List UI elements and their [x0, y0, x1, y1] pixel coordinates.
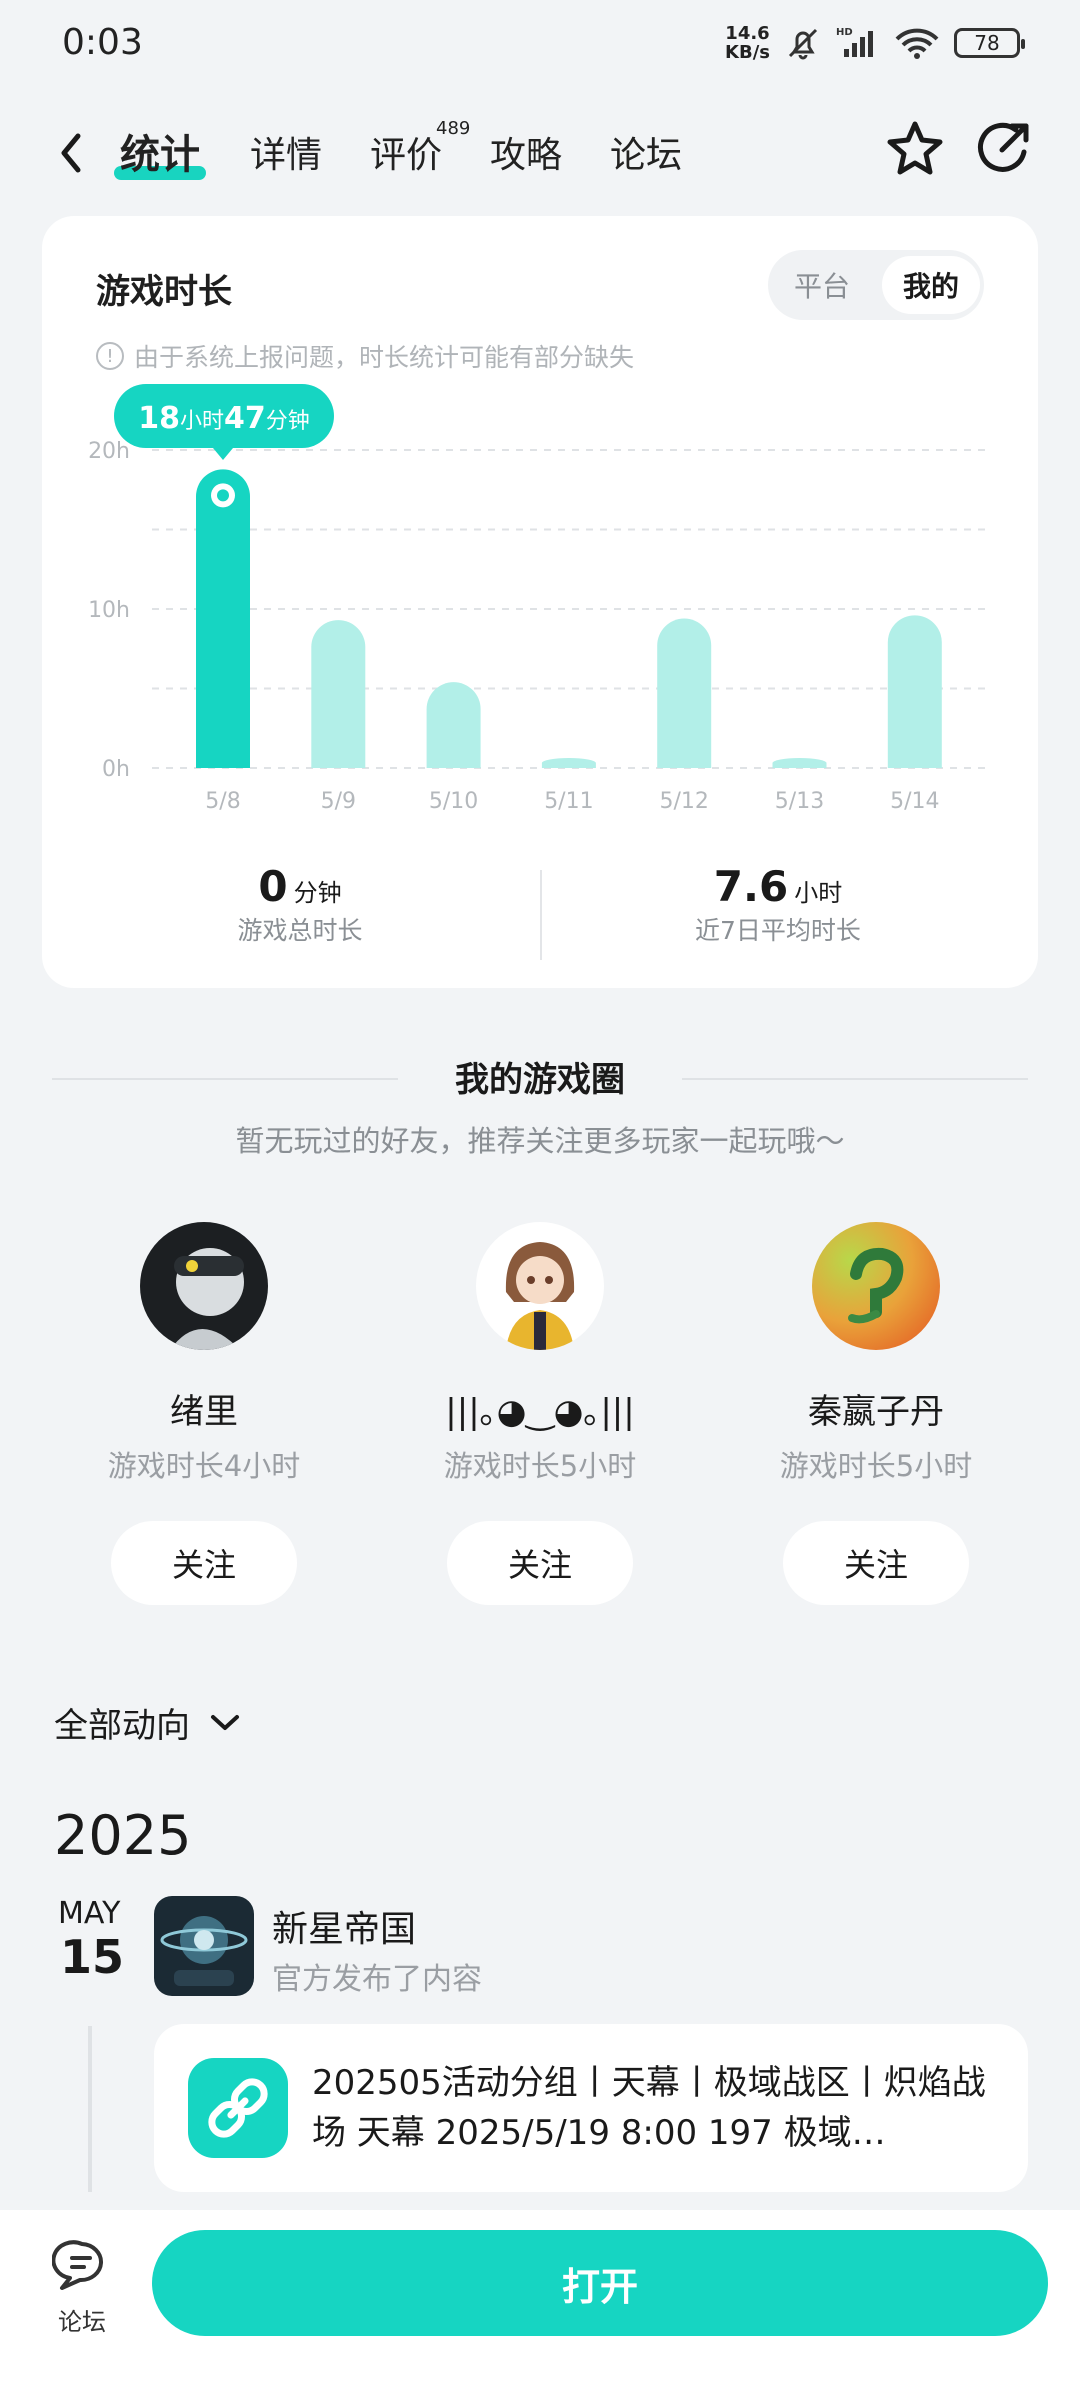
tab-guides[interactable]: 攻略 — [490, 126, 562, 178]
chart-bar — [426, 682, 481, 768]
reviews-count-badge: 489 — [436, 118, 471, 139]
feed-day: 15 — [60, 1930, 125, 1984]
forum-icon[interactable] — [52, 2236, 112, 2296]
status-time: 0:03 — [62, 22, 143, 63]
chart-x-tick: 5/8 — [205, 789, 240, 814]
total-playtime-unit: 分钟 — [293, 879, 342, 907]
chart-x-tick: 5/9 — [321, 789, 356, 814]
timeline-line — [88, 2026, 92, 2192]
tab-details[interactable]: 详情 — [250, 126, 322, 178]
network-speed-value: 14.6 — [725, 23, 770, 44]
chart-tooltip-part: 分钟 — [266, 409, 310, 434]
total-playtime-label: 游戏总时长 — [237, 916, 363, 945]
wifi-icon — [895, 28, 939, 59]
chart-x-tick: 5/10 — [429, 789, 478, 814]
total-playtime: 0 分钟 游戏总时长 — [100, 862, 500, 947]
link-icon — [188, 2058, 288, 2158]
friend-name[interactable]: 绪里 — [54, 1384, 354, 1433]
activity-filter-label: 全部动向 — [54, 1706, 190, 1746]
status-icons: 14.6 KB/s HD 78 — [725, 24, 1025, 62]
chart-x-tick: 5/12 — [659, 789, 708, 814]
friend-name[interactable]: 秦嬴子丹 — [726, 1384, 1026, 1433]
feed-year: 2025 — [54, 1804, 192, 1867]
chart-bar — [196, 469, 250, 768]
back-arrow-icon[interactable] — [52, 126, 92, 180]
network-speed: 14.6 KB/s — [725, 24, 770, 62]
friend-card: |||｡◕‿◕｡||| 游戏时长5小时 关注 — [390, 1222, 690, 1605]
chart-y-tick: 10h — [88, 598, 130, 623]
battery-icon: 78 — [954, 28, 1025, 58]
share-icon[interactable] — [972, 118, 1034, 180]
network-speed-unit: KB/s — [725, 42, 770, 63]
friend-playtime: 游戏时长5小时 — [779, 1449, 973, 1483]
chart-tooltip-part: 47 — [224, 401, 266, 436]
chart-tooltip-pointer — [213, 448, 233, 460]
info-icon: ! — [96, 342, 124, 370]
avatar-image — [812, 1222, 940, 1350]
chart-tooltip-part: 18 — [138, 401, 180, 436]
follow-button[interactable]: 关注 — [447, 1521, 633, 1605]
forum-label[interactable]: 论坛 — [52, 2302, 112, 2337]
playtime-bar-chart: 0h 10h 20h 5/8 5/9 5/10 5/11 5/12 5/13 5/14 18小时47… — [88, 384, 988, 814]
game-thumbnail-image — [154, 1896, 254, 1996]
friend-playtime: 游戏时长5小时 — [443, 1449, 637, 1483]
chart-x-tick: 5/14 — [890, 789, 939, 814]
link-glyph — [208, 2078, 268, 2138]
game-circle-title: 我的游戏圈 — [455, 1060, 625, 1100]
toggle-mine[interactable]: 我的 — [882, 256, 980, 314]
average-playtime: 7.6 小时 近7日平均时长 — [578, 862, 978, 947]
chevron-down-icon — [211, 1714, 239, 1730]
chart-bar — [541, 758, 596, 768]
friend-name[interactable]: |||｡◕‿◕｡||| — [390, 1384, 690, 1433]
game-activity: 官方发布了内容 — [272, 1962, 482, 1997]
avatar-image — [476, 1222, 604, 1350]
open-game-button[interactable]: 打开 — [152, 2230, 1048, 2336]
chart-bar — [311, 620, 366, 768]
avatar[interactable] — [812, 1222, 940, 1350]
activity-filter-dropdown[interactable]: 全部动向 — [54, 1698, 242, 1747]
avatar-image — [140, 1222, 268, 1350]
tab-forum[interactable]: 论坛 — [610, 126, 682, 178]
chart-bar — [657, 618, 712, 768]
total-playtime-value: 0 — [258, 862, 288, 911]
chart-x-tick: 5/11 — [544, 789, 593, 814]
average-playtime-label: 近7日平均时长 — [695, 916, 861, 945]
signal-icon: HD — [836, 27, 873, 57]
chart-y-tick: 0h — [102, 757, 130, 782]
data-notice: ! 由于系统上报问题，时长统计可能有部分缺失 — [96, 338, 634, 374]
star-icon[interactable] — [884, 118, 946, 180]
follow-button[interactable]: 关注 — [783, 1521, 969, 1605]
friend-playtime: 游戏时长4小时 — [107, 1449, 301, 1483]
toggle-platform[interactable]: 平台 — [772, 256, 872, 314]
average-playtime-unit: 小时 — [794, 879, 843, 907]
chart-x-tick: 5/13 — [775, 789, 824, 814]
notice-text: 由于系统上报问题，时长统计可能有部分缺失 — [134, 343, 635, 372]
tab-reviews[interactable]: 评价 — [370, 126, 442, 178]
mute-bell-icon — [788, 28, 818, 60]
feed-month: MAY — [58, 1896, 121, 1931]
follow-button[interactable]: 关注 — [111, 1521, 297, 1605]
chart-tooltip-part: 小时 — [180, 409, 224, 434]
friend-card: 秦嬴子丹 游戏时长5小时 关注 — [726, 1222, 1026, 1605]
chart-bar — [887, 615, 942, 768]
game-circle-subtitle: 暂无玩过的好友，推荐关注更多玩家一起玩哦～ — [235, 1124, 845, 1158]
post-title[interactable]: 202505活动分组丨天幕丨极域战区丨炽焰战场 天幕 2025/5/19 8:0… — [312, 2058, 992, 2158]
svg-text:HD: HD — [836, 27, 853, 38]
game-thumbnail[interactable] — [154, 1896, 254, 1996]
playtime-title: 游戏时长 — [96, 272, 232, 312]
chart-highlight-marker-dot — [217, 489, 229, 502]
avatar[interactable] — [140, 1222, 268, 1350]
average-playtime-value: 7.6 — [713, 862, 789, 911]
friend-card: 绪里 游戏时长4小时 关注 — [54, 1222, 354, 1605]
chart-bar — [772, 758, 827, 768]
stats-divider — [540, 870, 542, 960]
avatar[interactable] — [476, 1222, 604, 1350]
game-name[interactable]: 新星帝国 — [272, 1900, 416, 1952]
tab-statistics[interactable]: 统计 — [120, 122, 200, 180]
chart-y-tick: 20h — [88, 439, 130, 464]
